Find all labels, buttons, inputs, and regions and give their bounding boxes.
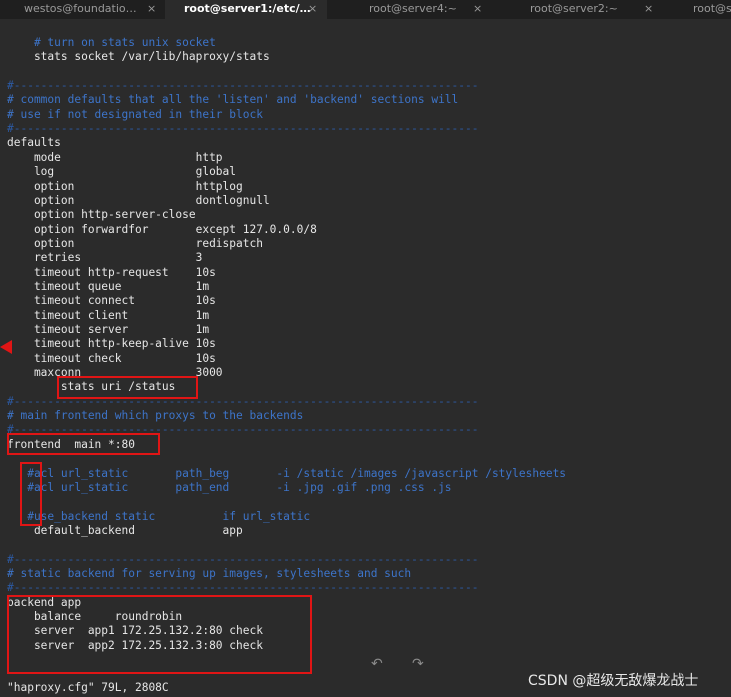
highlight-box-frontend bbox=[7, 433, 160, 455]
code-line: # turn on stats unix socket bbox=[7, 36, 216, 49]
code-line: # static backend for serving up images, … bbox=[7, 566, 412, 580]
tab-label: root@server2:~ bbox=[530, 2, 618, 15]
code-line: stats socket /var/lib/haproxy/stats bbox=[7, 50, 270, 64]
tab-label: root@server4:~ bbox=[369, 2, 457, 15]
code-line: timeout server 1m bbox=[7, 323, 210, 336]
code-line: timeout client 1m bbox=[7, 308, 210, 322]
code-line: retries 3 bbox=[7, 251, 203, 265]
tab-server-overflow[interactable]: root@s bbox=[663, 0, 731, 19]
tab-label: root@server1:/etc/… bbox=[184, 2, 311, 15]
highlight-box-commented-lines bbox=[20, 462, 42, 526]
code-line: # main frontend which proxys to the back… bbox=[7, 409, 304, 423]
code-line: timeout http-keep-alive 10s bbox=[7, 337, 216, 351]
code-line: option http-server-close bbox=[7, 208, 196, 222]
code-line: # common defaults that all the 'listen' … bbox=[7, 93, 459, 107]
code-line: mode http bbox=[7, 150, 223, 164]
redo-arrow-icon[interactable]: ↷ bbox=[412, 656, 424, 672]
vim-status-line: "haproxy.cfg" 79L, 2808C bbox=[7, 681, 169, 694]
tab-close-icon[interactable]: × bbox=[644, 0, 653, 17]
highlight-box-backend-app bbox=[7, 595, 312, 674]
highlight-box-stats-uri bbox=[57, 376, 198, 399]
tab-westos-foundation[interactable]: westos@foundatio… × bbox=[0, 0, 165, 19]
code-line: timeout check 10s bbox=[7, 351, 216, 365]
csdn-watermark: CSDN @超级无敌爆龙战士 bbox=[528, 673, 699, 689]
code-line: option redispatch bbox=[7, 236, 263, 250]
tab-server4[interactable]: root@server4:~ × bbox=[327, 0, 495, 19]
code-line: #---------------------------------------… bbox=[7, 552, 479, 566]
tab-close-icon[interactable]: × bbox=[308, 0, 317, 17]
tab-label: root@s bbox=[693, 2, 731, 15]
code-line: #acl url_static path_beg -i /static /ima… bbox=[7, 466, 567, 480]
code-line: #---------------------------------------… bbox=[7, 581, 479, 595]
code-line: #---------------------------------------… bbox=[7, 122, 479, 136]
tab-server2[interactable]: root@server2:~ × bbox=[495, 0, 663, 19]
code-line: defaults bbox=[7, 136, 61, 150]
code-line: # use if not designated in their block bbox=[7, 107, 263, 121]
tab-close-icon[interactable]: × bbox=[147, 0, 156, 17]
code-line: #use_backend static if url_static bbox=[7, 509, 311, 523]
code-line: option dontlognull bbox=[7, 193, 270, 207]
code-line: timeout http-request 10s bbox=[7, 265, 216, 279]
code-line: #acl url_static path_end -i .jpg .gif .p… bbox=[7, 480, 452, 494]
tab-server1[interactable]: root@server1:/etc/… × bbox=[165, 0, 327, 19]
code-line: timeout connect 10s bbox=[7, 294, 216, 308]
code-line: option httplog bbox=[7, 179, 243, 193]
code-line: option forwardfor except 127.0.0.0/8 bbox=[7, 222, 317, 236]
tab-label: westos@foundatio… bbox=[24, 2, 137, 15]
code-line: default_backend app bbox=[7, 523, 243, 537]
undo-arrow-icon[interactable]: ↶ bbox=[371, 656, 383, 672]
terminal-tab-bar: westos@foundatio… × root@server1:/etc/… … bbox=[0, 0, 731, 19]
tab-close-icon[interactable]: × bbox=[473, 0, 482, 17]
red-arrow-pointer-icon bbox=[0, 340, 12, 354]
code-line: #---------------------------------------… bbox=[7, 79, 479, 93]
code-line: timeout queue 1m bbox=[7, 279, 210, 293]
code-line: log global bbox=[7, 165, 237, 179]
